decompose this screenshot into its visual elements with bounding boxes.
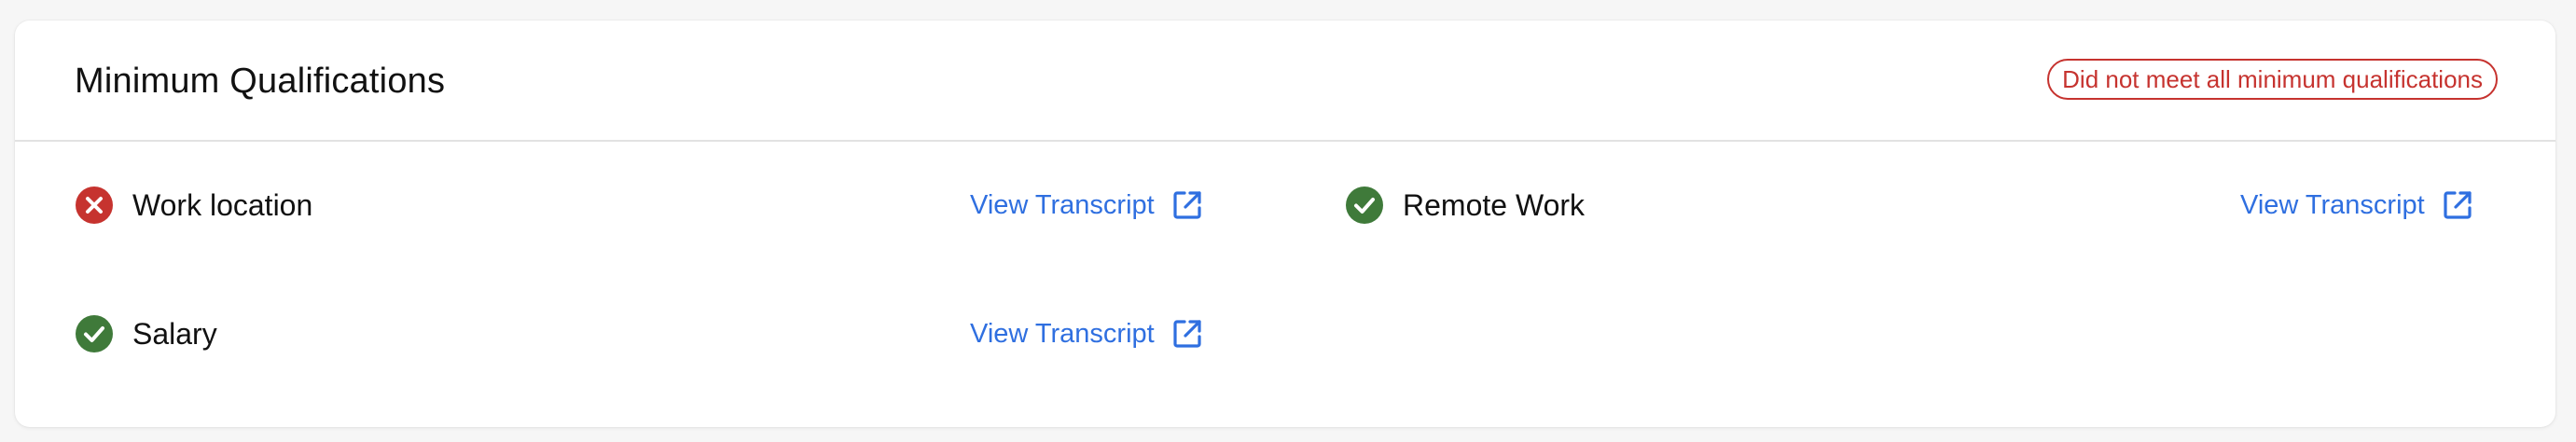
card-header: Minimum Qualifications Did not meet all …: [15, 21, 2555, 142]
view-transcript-link-salary[interactable]: View Transcript: [970, 311, 1203, 356]
external-link-icon: [1171, 189, 1203, 221]
x-circle-icon: [75, 186, 114, 225]
qualification-item-salary: Salary: [75, 311, 217, 356]
qualification-item-work-location: Work location: [75, 183, 312, 228]
minimum-qualifications-card: Minimum Qualifications Did not meet all …: [15, 21, 2555, 427]
external-link-icon: [1171, 318, 1203, 350]
qualification-label: Salary: [132, 317, 217, 351]
view-transcript-link-work-location[interactable]: View Transcript: [970, 183, 1203, 228]
card-title: Minimum Qualifications: [75, 62, 446, 101]
view-transcript-label: View Transcript: [2240, 189, 2425, 220]
qualification-label: Work location: [132, 188, 313, 222]
check-circle-icon: [75, 314, 114, 353]
view-transcript-label: View Transcript: [970, 189, 1155, 220]
check-circle-icon: [1345, 186, 1384, 225]
status-badge: Did not meet all minimum qualifications: [2047, 59, 2498, 100]
qualification-item-remote-work: Remote Work: [1345, 183, 1585, 228]
view-transcript-link-remote-work[interactable]: View Transcript: [2240, 183, 2473, 228]
external-link-icon: [2442, 189, 2473, 221]
view-transcript-label: View Transcript: [970, 318, 1155, 349]
qualification-label: Remote Work: [1403, 188, 1586, 222]
